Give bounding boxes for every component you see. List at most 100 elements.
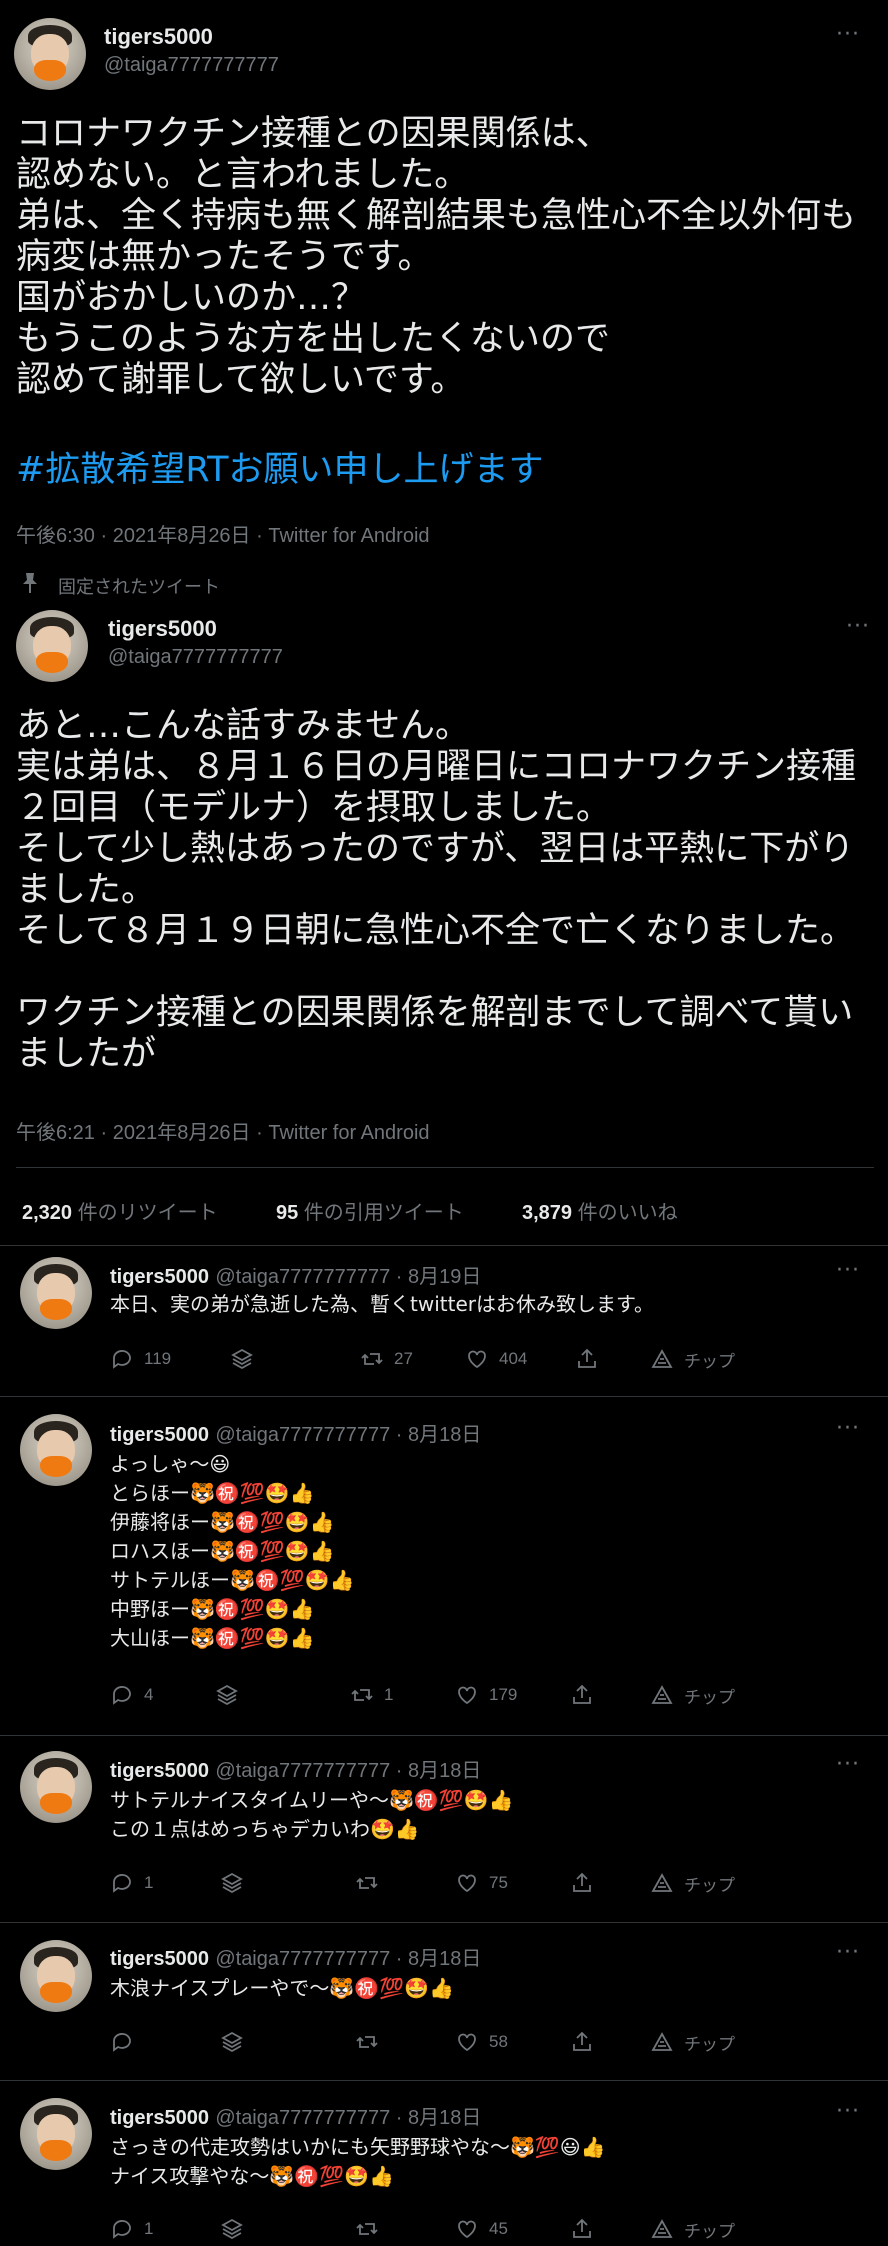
tip-icon: [651, 1685, 673, 1704]
tip-button[interactable]: チップ: [650, 1871, 735, 1896]
stat-count: 95: [276, 1202, 299, 1224]
tweet-timestamp[interactable]: 午後6:30 · 2021年8月26日 · Twitter for Androi…: [16, 519, 430, 548]
tip-icon: [651, 2219, 673, 2238]
retweet-button[interactable]: [355, 2217, 389, 2241]
share-icon: [573, 1872, 591, 1892]
like-button[interactable]: 45: [455, 2217, 508, 2241]
retweet-button[interactable]: 1: [350, 1683, 393, 1707]
share-button[interactable]: [570, 2030, 594, 2054]
share-button[interactable]: [575, 1347, 599, 1371]
reply-count: 4: [144, 1685, 154, 1704]
layers-button[interactable]: [220, 1871, 244, 1895]
layers-icon: [216, 1684, 238, 1706]
retweet-count[interactable]: 2,320 件のリツイート: [22, 1196, 218, 1225]
layers-button[interactable]: [230, 1347, 254, 1371]
reply-button[interactable]: 1: [110, 1871, 153, 1895]
avatar[interactable]: [20, 1751, 92, 1823]
reply-button[interactable]: [110, 2030, 144, 2054]
stat-count: 3,879: [522, 1202, 573, 1224]
reply-text: さっきの代走攻勢はいかにも矢野野球やな〜🐯💯😃👍 ナイス攻撃やな〜🐯㊗️💯🤩👍: [110, 2135, 606, 2188]
divider: [0, 1396, 888, 1397]
like-button[interactable]: 58: [455, 2030, 508, 2054]
like-count: 45: [489, 2219, 508, 2238]
author-name[interactable]: tigers5000: [110, 1424, 209, 1446]
tip-label: チップ: [684, 1875, 735, 1895]
tip-button[interactable]: チップ: [650, 2217, 735, 2242]
author-handle[interactable]: @taiga7777777777: [104, 54, 279, 77]
divider: [16, 1167, 874, 1168]
author-name[interactable]: tigers5000: [110, 1266, 209, 1288]
tip-icon: [651, 2032, 673, 2051]
author-handle[interactable]: @taiga7777777777: [108, 646, 283, 669]
layers-button[interactable]: [220, 2217, 244, 2241]
reply-text: 本日、実の弟が急逝した為、暫くtwitterはお休み致します。: [110, 1292, 654, 1316]
pin-icon: [22, 572, 38, 594]
divider: [0, 1245, 888, 1246]
retweet-icon: [361, 1353, 383, 1365]
reply-button[interactable]: 119: [110, 1347, 171, 1371]
tip-button[interactable]: チップ: [650, 2030, 735, 2055]
reply-button[interactable]: 1: [110, 2217, 153, 2241]
avatar[interactable]: [14, 18, 86, 90]
quote-count[interactable]: 95 件の引用ツイート: [276, 1196, 464, 1225]
share-button[interactable]: [570, 2217, 594, 2241]
more-options-icon[interactable]: ···: [836, 1258, 860, 1283]
retweet-button[interactable]: [355, 1871, 389, 1895]
retweet-button[interactable]: 27: [360, 1347, 413, 1371]
stat-label: 件の引用ツイート: [298, 1202, 464, 1224]
tip-label: チップ: [684, 2034, 735, 2054]
heart-icon: [458, 2033, 476, 2052]
like-count: 404: [499, 1349, 528, 1368]
like-count[interactable]: 3,879 件のいいね: [522, 1196, 678, 1225]
avatar[interactable]: [20, 2098, 92, 2170]
divider: [0, 2080, 888, 2081]
heart-icon: [458, 2220, 476, 2239]
like-button[interactable]: 179: [455, 1683, 517, 1707]
reply-button[interactable]: 4: [110, 1683, 153, 1707]
heart-icon: [458, 1686, 476, 1705]
tip-button[interactable]: チップ: [650, 1347, 735, 1372]
author-handle[interactable]: @taiga7777777777 · 8月18日: [215, 1424, 481, 1446]
share-button[interactable]: [570, 1683, 594, 1707]
share-icon: [573, 1684, 591, 1704]
layers-icon: [221, 1872, 243, 1894]
layers-icon: [221, 2218, 243, 2240]
more-options-icon[interactable]: ···: [836, 22, 860, 47]
tip-button[interactable]: チップ: [650, 1683, 735, 1708]
avatar[interactable]: [20, 1257, 92, 1329]
like-button[interactable]: 404: [465, 1347, 527, 1371]
tweet-timestamp[interactable]: 午後6:21 · 2021年8月26日 · Twitter for Androi…: [16, 1116, 430, 1145]
hashtag-link[interactable]: #拡散希望RTお願い申し上げます: [16, 450, 543, 491]
author-handle[interactable]: @taiga7777777777 · 8月18日: [215, 2107, 481, 2129]
reply-icon: [113, 2033, 131, 2052]
author-name[interactable]: tigers5000: [110, 1948, 209, 1970]
avatar[interactable]: [16, 610, 88, 682]
avatar[interactable]: [20, 1940, 92, 2012]
layers-button[interactable]: [215, 1683, 239, 1707]
more-options-icon[interactable]: ···: [836, 1940, 860, 1965]
avatar[interactable]: [20, 1414, 92, 1486]
author-name[interactable]: tigers5000: [108, 616, 217, 642]
author-name[interactable]: tigers5000: [110, 1760, 209, 1782]
like-count: 75: [489, 1873, 508, 1892]
author-handle[interactable]: @taiga7777777777 · 8月19日: [215, 1266, 481, 1288]
reply-icon: [113, 2220, 131, 2239]
heart-icon: [458, 1874, 476, 1893]
retweet-button[interactable]: [355, 2030, 389, 2054]
like-button[interactable]: 75: [455, 1871, 508, 1895]
layers-button[interactable]: [220, 2030, 244, 2054]
pinned-label: 固定されたツイート: [58, 577, 220, 598]
author-name[interactable]: tigers5000: [104, 24, 213, 50]
reply-count: 1: [144, 2219, 154, 2238]
share-button[interactable]: [570, 1871, 594, 1895]
reply-text: 木浪ナイスプレーやで〜🐯㊗️💯🤩👍: [110, 1976, 454, 2000]
share-icon: [573, 2218, 591, 2238]
more-options-icon[interactable]: ···: [836, 1752, 860, 1777]
divider: [0, 1735, 888, 1736]
more-options-icon[interactable]: ···: [846, 614, 870, 639]
author-name[interactable]: tigers5000: [110, 2107, 209, 2129]
author-handle[interactable]: @taiga7777777777 · 8月18日: [215, 1760, 481, 1782]
author-handle[interactable]: @taiga7777777777 · 8月18日: [215, 1948, 481, 1970]
more-options-icon[interactable]: ···: [836, 1416, 860, 1441]
more-options-icon[interactable]: ···: [836, 2099, 860, 2124]
